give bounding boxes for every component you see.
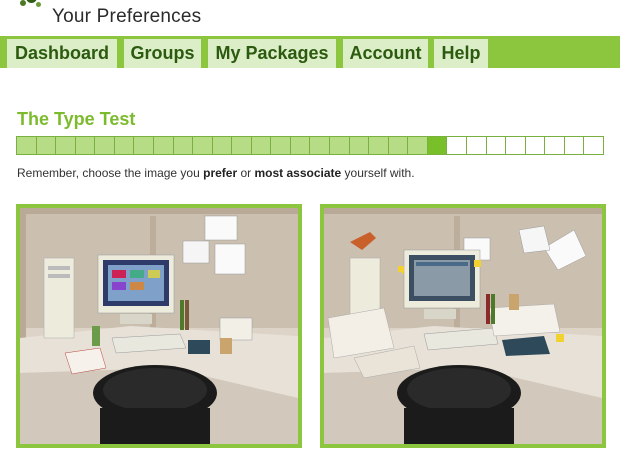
progress-segment <box>232 137 252 154</box>
tidy-desk-office-illustration <box>20 208 298 444</box>
progress-segment <box>134 137 154 154</box>
green-dots-logo-icon <box>20 0 52 22</box>
progress-segment <box>349 137 370 154</box>
progress-segment <box>369 137 389 154</box>
progress-segment <box>427 137 448 154</box>
progress-segment <box>95 137 115 154</box>
progress-segment <box>173 137 194 154</box>
progress-segment <box>153 137 174 154</box>
progress-segment <box>486 137 507 154</box>
tab-account[interactable]: Account <box>343 39 428 68</box>
test-title: The Type Test <box>17 109 136 129</box>
progress-segment <box>388 137 409 154</box>
progress-segment <box>271 137 291 154</box>
progress-segment <box>75 137 96 154</box>
tab-groups[interactable]: Groups <box>124 39 201 68</box>
progress-segment <box>17 137 37 154</box>
main-nav: Dashboard Groups My Packages Account Hel… <box>0 36 620 68</box>
progress-segment <box>114 137 135 154</box>
messy-desk-office-illustration <box>324 208 602 444</box>
progress-segment <box>525 137 546 154</box>
choice-image-messy-desk[interactable] <box>320 204 606 448</box>
progress-segment <box>36 137 57 154</box>
progress-segment <box>193 137 213 154</box>
progress-segment <box>56 137 76 154</box>
page-title: Your Preferences <box>52 6 202 27</box>
progress-bar <box>16 136 604 155</box>
progress-segment <box>290 137 311 154</box>
progress-segment <box>545 137 565 154</box>
tab-dashboard[interactable]: Dashboard <box>7 39 117 68</box>
progress-segment <box>408 137 428 154</box>
progress-segment <box>584 137 603 154</box>
progress-segment <box>466 137 487 154</box>
progress-segment <box>330 137 350 154</box>
progress-segment <box>310 137 330 154</box>
progress-segment <box>212 137 233 154</box>
page-header: Your Preferences <box>0 0 620 36</box>
tab-help[interactable]: Help <box>434 39 488 68</box>
progress-segment <box>506 137 526 154</box>
progress-segment <box>564 137 585 154</box>
tab-my-packages[interactable]: My Packages <box>208 39 336 68</box>
progress-segment <box>447 137 467 154</box>
progress-segment <box>251 137 272 154</box>
instruction-text: Remember, choose the image you prefer or… <box>17 166 415 180</box>
choice-image-tidy-desk[interactable] <box>16 204 302 448</box>
